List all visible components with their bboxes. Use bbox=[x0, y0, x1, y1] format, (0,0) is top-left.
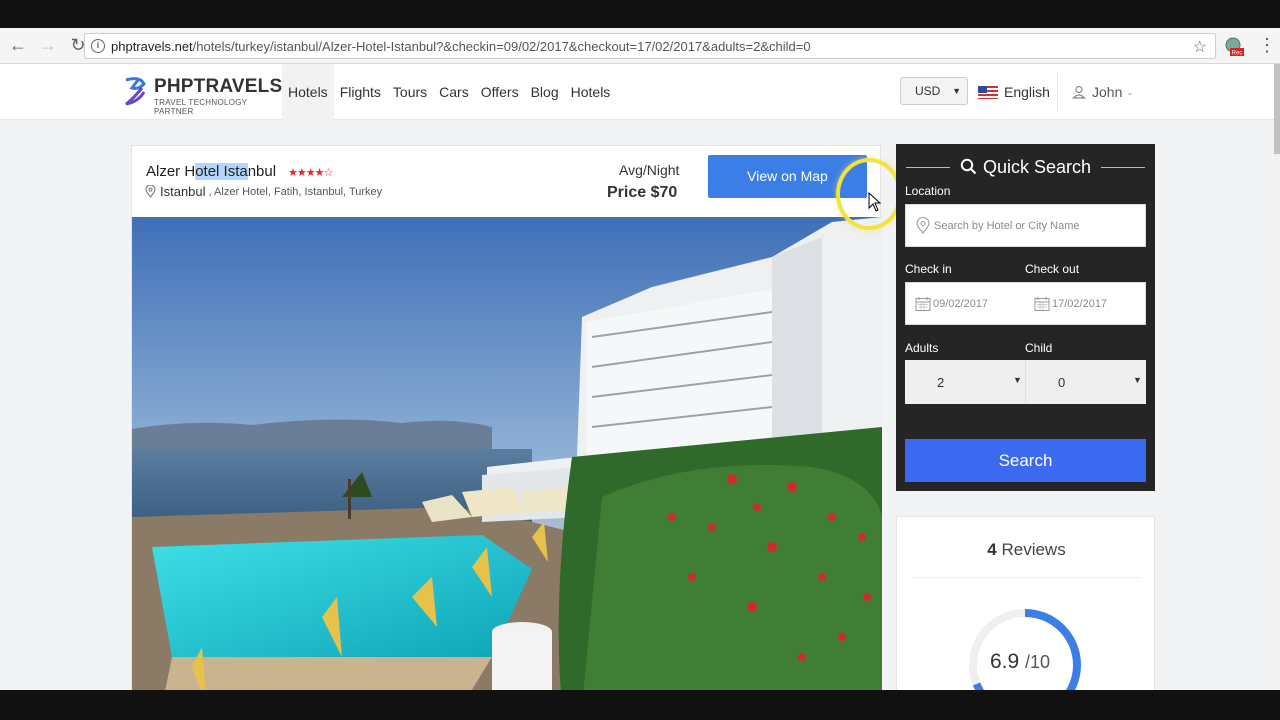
record-extension-icon[interactable]: Rec bbox=[1224, 36, 1244, 56]
location-label: Location bbox=[905, 184, 951, 198]
us-flag-icon bbox=[978, 85, 998, 99]
hotel-city: Istanbul bbox=[160, 184, 206, 199]
star-filled-icon: ★ bbox=[296, 167, 307, 179]
review-score-value: 6.9 bbox=[990, 650, 1020, 673]
screen: ← → ↻ i phptravels.net/hotels/turkey/ist… bbox=[0, 0, 1280, 720]
adults-label: Adults bbox=[905, 341, 939, 355]
site-logo[interactable]: PHPTRAVELS TRAVEL TECHNOLOGY PARTNER bbox=[122, 74, 283, 116]
currency-select[interactable]: USD ▼ bbox=[900, 77, 968, 105]
nav-tours[interactable]: Tours bbox=[387, 64, 433, 120]
avg-night-label: Avg/Night bbox=[619, 162, 680, 178]
nav-hotels-2[interactable]: Hotels bbox=[565, 64, 617, 120]
child-select[interactable]: 0 ▼ bbox=[1025, 360, 1146, 404]
star-filled-icon: ★ bbox=[288, 167, 298, 179]
address-bar[interactable]: i phptravels.net/hotels/turkey/istanbul/… bbox=[84, 33, 1216, 59]
review-score: 6.9 /10 bbox=[990, 650, 1050, 674]
back-arrow-icon[interactable]: ← bbox=[6, 34, 30, 58]
hotel-photo[interactable] bbox=[132, 217, 882, 706]
star-rating: ★★★★☆ bbox=[288, 166, 334, 179]
hotel-title: Alzer Hotel Istanbul bbox=[146, 163, 276, 180]
page-scrollbar[interactable] bbox=[1274, 64, 1280, 690]
child-label: Child bbox=[1025, 341, 1053, 355]
hotel-card: Alzer Hotel Istanbul ★★★★☆ Istanbul , Al… bbox=[131, 145, 882, 706]
nav-cars[interactable]: Cars bbox=[433, 64, 475, 120]
hotel-title-highlight: otel Ista bbox=[195, 163, 248, 180]
score-gauge bbox=[969, 609, 1081, 707]
bookmark-star-icon[interactable]: ☆ bbox=[1193, 37, 1207, 57]
url-path: /hotels/turkey/istanbul/Alzer-Hotel-Ista… bbox=[192, 38, 811, 54]
main-nav: Hotels Flights Tours Cars Offers Blog Ho… bbox=[282, 64, 616, 120]
search-button[interactable]: Search bbox=[905, 439, 1146, 482]
calendar-icon bbox=[1034, 296, 1050, 311]
logo-tagline: TRAVEL TECHNOLOGY PARTNER bbox=[154, 98, 248, 116]
info-icon[interactable]: i bbox=[91, 39, 105, 53]
checkin-value: 09/02/2017 bbox=[933, 297, 989, 310]
forward-arrow-icon[interactable]: → bbox=[36, 34, 60, 58]
window-top-strip bbox=[0, 0, 1280, 28]
browser-menu-icon[interactable]: ⋮ bbox=[1258, 35, 1276, 56]
map-pin-icon bbox=[145, 185, 156, 198]
location-placeholder: Search by Hotel or City Name bbox=[934, 219, 1080, 232]
language-label: English bbox=[1004, 84, 1050, 100]
child-value: 0 bbox=[1058, 375, 1066, 390]
map-pin-icon bbox=[916, 216, 930, 234]
nav-hotels[interactable]: Hotels bbox=[282, 64, 334, 120]
mouse-cursor-icon bbox=[868, 192, 882, 212]
view-on-map-button[interactable]: View on Map bbox=[708, 155, 867, 198]
window-bottom-strip bbox=[0, 690, 1280, 720]
review-score-max: /10 bbox=[1025, 652, 1051, 672]
search-icon bbox=[960, 158, 977, 175]
hotel-title-part-1: Alzer H bbox=[146, 163, 196, 180]
chevron-down-icon: ⌄ bbox=[1126, 86, 1134, 97]
url-domain: phptravels.net bbox=[111, 38, 193, 54]
hotel-address-text: , Alzer Hotel, Fatih, Istanbul, Turkey bbox=[208, 185, 383, 198]
nav-blog[interactable]: Blog bbox=[525, 64, 565, 120]
caret-down-icon: ▼ bbox=[1013, 375, 1022, 385]
calendar-icon bbox=[915, 296, 931, 311]
logo-mark-icon bbox=[125, 77, 146, 106]
star-filled-icon: ★ bbox=[314, 167, 325, 179]
hotel-title-part-2: nbul bbox=[247, 163, 277, 180]
checkout-value: 17/02/2017 bbox=[1052, 297, 1108, 310]
language-switcher[interactable]: English bbox=[978, 77, 1050, 107]
checkin-input[interactable]: 09/02/2017 bbox=[905, 282, 1025, 325]
star-empty-icon: ☆ bbox=[323, 167, 334, 179]
star-filled-icon: ★ bbox=[305, 167, 316, 179]
currency-value: USD bbox=[915, 84, 941, 98]
svg-text:Rec: Rec bbox=[1232, 51, 1243, 57]
browser-toolbar: ← → ↻ i phptravels.net/hotels/turkey/ist… bbox=[0, 28, 1280, 64]
quick-search-title: Quick Search bbox=[896, 157, 1155, 178]
hotel-price: Price $70 bbox=[607, 184, 678, 201]
user-name: John bbox=[1092, 84, 1123, 100]
caret-down-icon: ▼ bbox=[1133, 375, 1142, 385]
header-divider bbox=[1057, 72, 1058, 112]
nav-offers[interactable]: Offers bbox=[475, 64, 525, 120]
quick-search-title-text: Quick Search bbox=[982, 157, 1092, 177]
adults-value: 2 bbox=[937, 375, 945, 390]
logo-brand-text: PHPTRAVELS bbox=[154, 76, 283, 97]
site-header: PHPTRAVELS TRAVEL TECHNOLOGY PARTNER Hot… bbox=[0, 64, 1274, 120]
checkout-label: Check out bbox=[1025, 262, 1080, 276]
scrollbar-thumb[interactable] bbox=[1274, 64, 1280, 154]
reviews-box: 4 Reviews 6.9 /10 bbox=[896, 516, 1155, 707]
quick-search-panel: Quick Search Location Search by Hotel or… bbox=[896, 144, 1155, 491]
adults-select[interactable]: 2 ▼ bbox=[905, 360, 1025, 404]
location-input[interactable]: Search by Hotel or City Name bbox=[905, 204, 1146, 247]
checkin-label: Check in bbox=[905, 262, 952, 276]
caret-down-icon: ▼ bbox=[952, 86, 961, 96]
user-menu[interactable]: John ⌄ bbox=[1072, 77, 1134, 107]
hotel-address: Istanbul , Alzer Hotel, Fatih, Istanbul,… bbox=[145, 184, 382, 199]
user-icon bbox=[1072, 85, 1086, 99]
nav-flights[interactable]: Flights bbox=[334, 64, 387, 120]
checkout-input[interactable]: 17/02/2017 bbox=[1025, 282, 1146, 325]
